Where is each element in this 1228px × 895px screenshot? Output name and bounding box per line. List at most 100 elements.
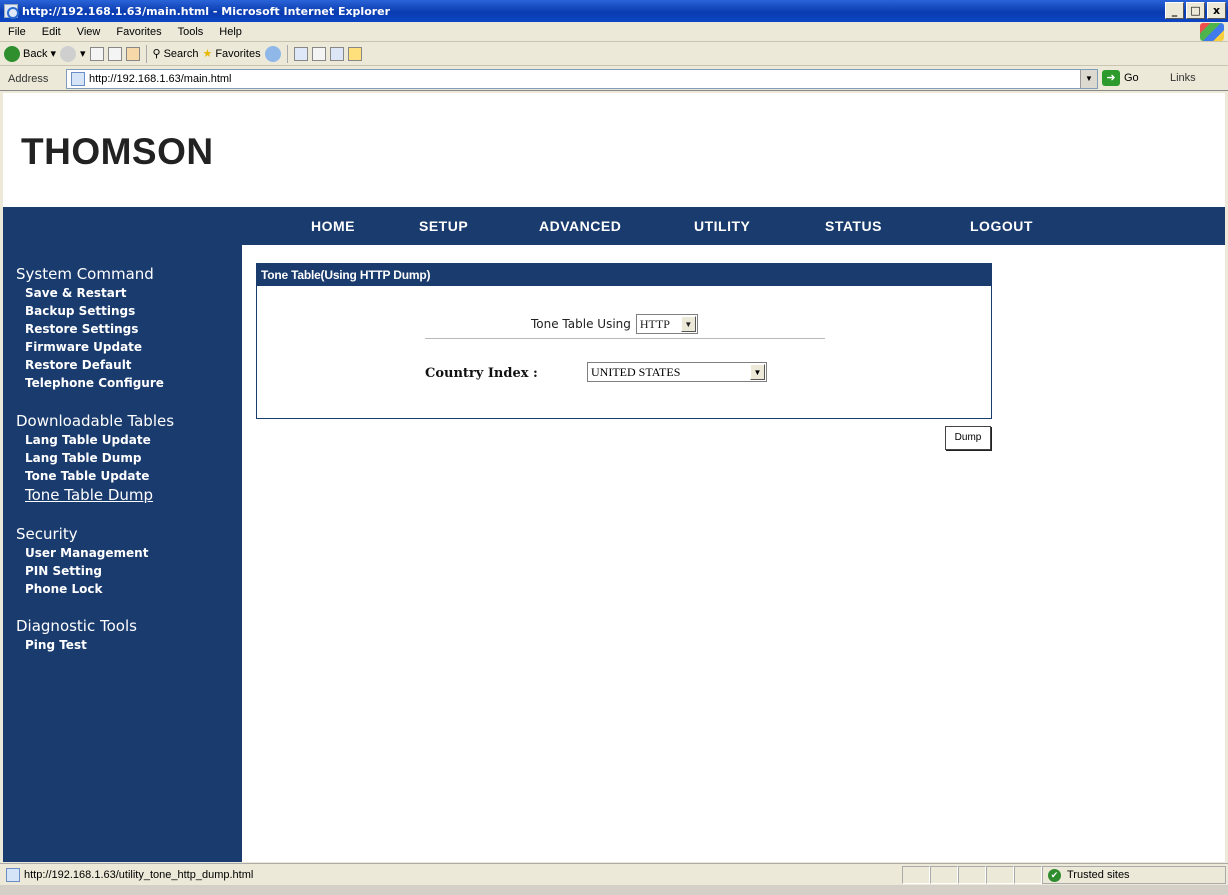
sidebar-item-restore-settings[interactable]: Restore Settings	[16, 320, 164, 338]
menu-edit[interactable]: Edit	[34, 26, 69, 38]
sidebar-item-tone-table-dump[interactable]: Tone Table Dump	[16, 485, 174, 505]
sidebar-heading: System Command	[16, 265, 154, 283]
nav-advanced[interactable]: ADVANCED	[539, 218, 621, 234]
browser-toolbar: Back ▾ ▾ ⚲ Search ★ Favorites	[0, 42, 1228, 66]
window-titlebar: http://192.168.1.63/main.html - Microsof…	[0, 0, 1228, 22]
security-zone[interactable]: ✔ Trusted sites	[1042, 866, 1226, 884]
address-input[interactable]: http://192.168.1.63/main.html ▼	[66, 69, 1098, 89]
mail-icon[interactable]	[293, 46, 308, 61]
nav-utility[interactable]: UTILITY	[694, 218, 750, 234]
page-icon	[71, 72, 85, 86]
forward-dropdown-icon[interactable]: ▾	[80, 47, 86, 60]
messenger-icon[interactable]	[347, 46, 362, 61]
tone-table-method-value: HTTP	[639, 316, 670, 331]
sidebar-item-pin-setting[interactable]: PIN Setting	[16, 562, 148, 580]
back-button[interactable]: Back ▾	[4, 45, 56, 62]
favorites-star-icon: ★	[202, 48, 213, 60]
toolbar-separator	[145, 44, 147, 63]
chevron-down-icon[interactable]: ▼	[750, 364, 765, 380]
tone-table-label: Tone Table Using	[531, 317, 631, 331]
status-pane	[902, 866, 930, 884]
go-arrow-icon: ➜	[1102, 70, 1120, 86]
status-pane	[930, 866, 958, 884]
sidebar-item-lang-table-update[interactable]: Lang Table Update	[16, 431, 174, 449]
sidebar-item-tone-table-update[interactable]: Tone Table Update	[16, 467, 174, 485]
word-edit-icon[interactable]	[329, 46, 344, 61]
taskbar-edge	[0, 885, 1228, 895]
tone-table-panel: Tone Table(Using HTTP Dump) Tone Table U…	[256, 263, 992, 419]
print-icon[interactable]	[311, 46, 326, 61]
toolbar-separator	[286, 44, 288, 63]
search-label: Search	[163, 47, 199, 60]
top-nav: HOME SETUP ADVANCED UTILITY STATUS LOGOU…	[3, 207, 1225, 245]
sidebar-item-ping-test[interactable]: Ping Test	[16, 636, 137, 654]
address-bar: Address http://192.168.1.63/main.html ▼ …	[0, 67, 1228, 91]
sidebar-item-backup-settings[interactable]: Backup Settings	[16, 302, 164, 320]
favorites-label: Favorites	[215, 47, 261, 60]
dump-button[interactable]: Dump	[945, 426, 991, 450]
back-label: Back	[23, 47, 48, 60]
forward-arrow-icon[interactable]	[60, 45, 76, 62]
address-dropdown-icon[interactable]: ▼	[1080, 70, 1097, 88]
search-button[interactable]: ⚲ Search	[152, 47, 199, 61]
tone-table-method-select[interactable]: HTTP ▼	[635, 314, 698, 334]
back-arrow-icon	[4, 45, 20, 62]
country-index-label: Country Index :	[425, 366, 538, 381]
menu-help[interactable]: Help	[211, 26, 250, 38]
address-url: http://192.168.1.63/main.html	[89, 73, 232, 85]
address-label: Address	[8, 72, 49, 85]
sidebar-group-diagnostic-tools: Diagnostic Tools Ping Test	[16, 617, 137, 654]
maximize-button[interactable]: □	[1186, 2, 1205, 19]
sidebar-item-telephone-configure[interactable]: Telephone Configure	[16, 374, 164, 392]
stop-icon[interactable]	[89, 46, 104, 61]
ie-icon	[4, 4, 19, 19]
nav-setup[interactable]: SETUP	[419, 218, 468, 234]
sidebar-group-security: Security User Management PIN Setting Pho…	[16, 525, 148, 598]
windows-logo-icon	[1200, 23, 1224, 41]
sidebar-item-firmware-update[interactable]: Firmware Update	[16, 338, 164, 356]
sidebar-item-save-restart[interactable]: Save & Restart	[16, 284, 164, 302]
nav-home[interactable]: HOME	[311, 218, 355, 234]
page-icon	[6, 867, 20, 882]
brand-header: THOMSON	[3, 93, 1225, 207]
thomson-logo: THOMSON	[21, 131, 214, 172]
sidebar-group-downloadable-tables: Downloadable Tables Lang Table Update La…	[16, 412, 174, 505]
sidebar-item-user-management[interactable]: User Management	[16, 544, 148, 562]
status-pane	[1014, 866, 1042, 884]
nav-logout[interactable]: LOGOUT	[970, 218, 1033, 234]
status-bar: http://192.168.1.63/utility_tone_http_du…	[0, 863, 1228, 885]
status-pane	[958, 866, 986, 884]
chevron-down-icon[interactable]: ▼	[680, 316, 696, 332]
minimize-button[interactable]: _	[1165, 2, 1184, 19]
status-url: http://192.168.1.63/utility_tone_http_du…	[24, 868, 254, 881]
menu-bar: File Edit View Favorites Tools Help	[0, 22, 1228, 42]
menu-tools[interactable]: Tools	[170, 26, 212, 38]
window-title: http://192.168.1.63/main.html - Microsof…	[22, 4, 391, 18]
favorites-button[interactable]: ★ Favorites	[202, 47, 261, 61]
zone-label: Trusted sites	[1067, 869, 1130, 881]
window-controls: _ □ x	[1165, 2, 1226, 19]
country-index-value: UNITED STATES	[591, 364, 681, 379]
go-button[interactable]: ➜ Go	[1102, 70, 1139, 86]
menu-file[interactable]: File	[0, 26, 34, 38]
search-icon: ⚲	[152, 48, 161, 60]
sidebar-item-phone-lock[interactable]: Phone Lock	[16, 580, 148, 598]
back-dropdown-icon[interactable]: ▾	[50, 47, 56, 60]
sidebar-heading: Security	[16, 525, 78, 543]
sidebar: System Command Save & Restart Backup Set…	[3, 245, 242, 862]
sidebar-group-system-command: System Command Save & Restart Backup Set…	[16, 265, 164, 392]
status-pane	[986, 866, 1014, 884]
sidebar-item-lang-table-dump[interactable]: Lang Table Dump	[16, 449, 174, 467]
country-index-select[interactable]: UNITED STATES ▼	[587, 362, 767, 382]
status-panes	[902, 866, 1042, 884]
go-label: Go	[1124, 72, 1139, 84]
menu-favorites[interactable]: Favorites	[108, 26, 169, 38]
history-icon[interactable]	[264, 45, 281, 62]
links-button[interactable]: Links	[1170, 72, 1196, 84]
home-icon[interactable]	[125, 46, 140, 61]
sidebar-item-restore-default[interactable]: Restore Default	[16, 356, 164, 374]
menu-view[interactable]: View	[69, 26, 109, 38]
nav-status[interactable]: STATUS	[825, 218, 882, 234]
close-button[interactable]: x	[1207, 2, 1226, 19]
refresh-icon[interactable]	[107, 46, 122, 61]
